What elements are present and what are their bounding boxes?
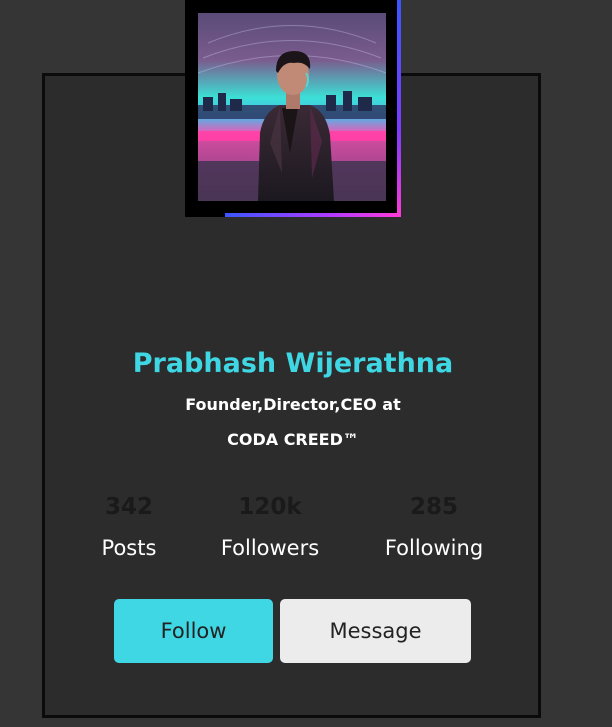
- stat-label: Following: [384, 536, 484, 560]
- stat-posts: 342 Posts: [49, 494, 209, 560]
- follow-button[interactable]: Follow: [114, 599, 273, 663]
- stat-value: 285: [409, 494, 458, 520]
- profile-name: Prabhash Wijerathna: [132, 348, 454, 379]
- profile-title: Founder,Director,CEO at: [185, 395, 401, 414]
- avatar-frame: [185, 0, 401, 217]
- stat-following: 285 Following: [354, 494, 514, 560]
- stat-label: Posts: [101, 536, 157, 560]
- stat-value: 120k: [238, 494, 302, 520]
- message-button[interactable]: Message: [280, 599, 471, 663]
- stat-label: Followers: [220, 536, 320, 560]
- stat-followers: 120k Followers: [190, 494, 350, 560]
- avatar[interactable]: [198, 13, 386, 201]
- avatar-image: [198, 13, 386, 201]
- profile-company: CODA CREED™: [227, 430, 359, 449]
- stat-value: 342: [104, 494, 153, 520]
